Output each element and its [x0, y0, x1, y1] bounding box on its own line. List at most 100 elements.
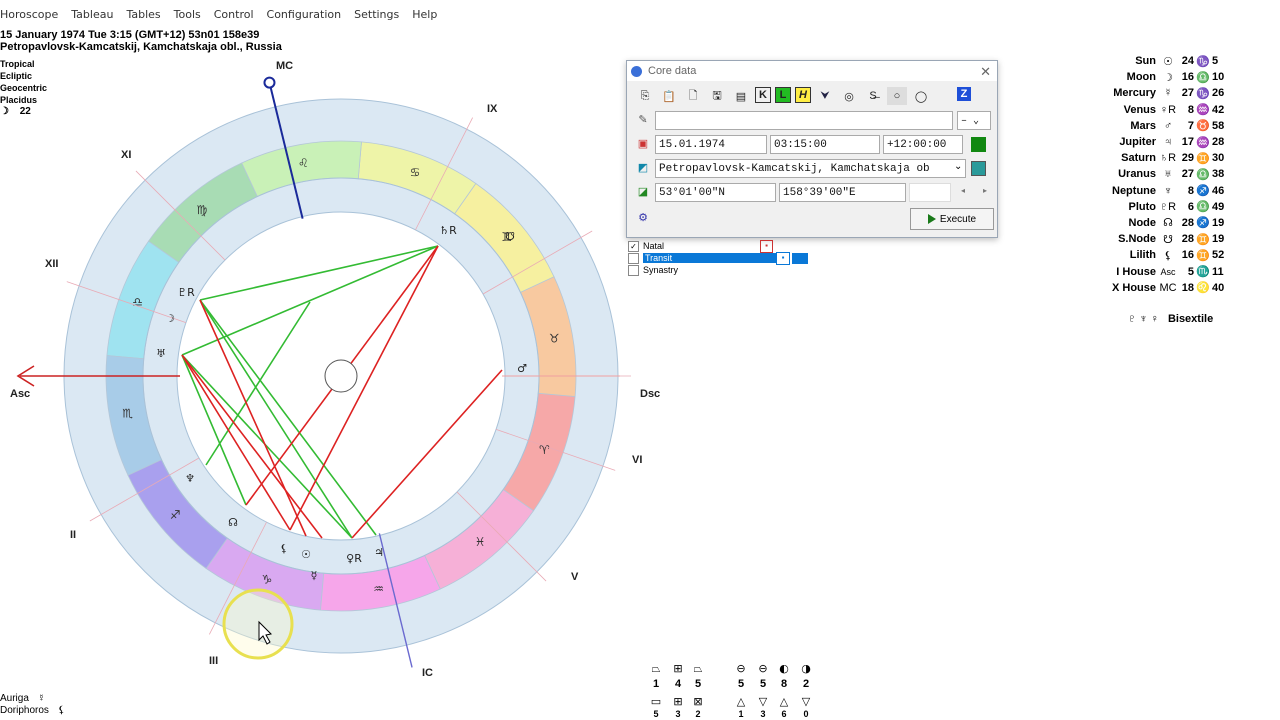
planet-name: S.Node [1118, 233, 1156, 246]
planet-name: I House [1116, 265, 1156, 278]
gender-select[interactable]: – ⌄ [957, 111, 991, 130]
planet-degree: 18 [1181, 281, 1194, 294]
stat-value: 5 [694, 678, 702, 690]
planet-name: Uranus [1118, 168, 1156, 181]
transit-color-swatch[interactable] [792, 252, 808, 264]
transit-calendar-icon[interactable]: ▪ [776, 251, 790, 265]
bisextile-label: Bisextile [1167, 313, 1214, 325]
planet-minute: 38 [1212, 168, 1225, 181]
earth-center [324, 359, 358, 393]
stat-value: 4 [674, 678, 682, 690]
planet-glyph-icon: ♂ [517, 362, 527, 375]
planet-degree: 5 [1187, 265, 1194, 278]
fixed-star-doriphoros: Doriphoros ⚸ [0, 705, 65, 716]
planet-degree: 8 [1187, 103, 1194, 116]
planet-glyph-icon: ♇R [177, 286, 195, 299]
planet-degree: 8 [1187, 184, 1194, 197]
atlas-icon[interactable] [971, 161, 986, 176]
zodiac-sign-icon: ♊ [1196, 233, 1210, 246]
calendar-icon[interactable]: ▣ [635, 137, 651, 153]
planet-row: Moon ☽ 16 ♎ 10 [1090, 69, 1240, 85]
planet-row: Saturn ♄R 29 ♊ 30 [1090, 150, 1240, 166]
close-icon[interactable]: ✕ [980, 64, 991, 80]
natal-checkbox[interactable]: ✓ [628, 240, 639, 252]
planet-glyph-icon: ♄R [1159, 152, 1177, 165]
stat-value: 2 [802, 678, 810, 690]
zodiac-sign-icon: ♒ [1196, 104, 1210, 117]
planet-minute: 10 [1212, 71, 1225, 84]
table-icon[interactable]: ▤ [731, 87, 751, 105]
longitude-field[interactable]: 158°39'00"E [779, 183, 906, 202]
house-iii-label: III [209, 655, 218, 667]
paste-icon[interactable]: 📋 [659, 87, 679, 105]
planet-name: Pluto [1128, 200, 1157, 213]
core-data-dialog: Core data ✕ ⎘ 📋 🗋 🖫 ▤ K L H ⮟ ◎ S̶ ○ ◯ Z… [626, 60, 998, 238]
planet-glyph-icon: ♀R [1159, 103, 1177, 116]
z-button[interactable]: Z [957, 87, 971, 101]
zodiac-sign-icon: ♋ [410, 166, 421, 180]
name-field[interactable] [655, 111, 953, 130]
mercury-icon: ☿ [37, 693, 46, 704]
dialog-titlebar[interactable]: Core data [627, 61, 997, 81]
zodiac-sign-icon: ♊ [1196, 249, 1210, 262]
zodiac-sign-icon: ♑ [1196, 55, 1210, 68]
bisextile-row: ♇ ♆ ♀ Bisextile [1128, 313, 1213, 325]
map-icon[interactable]: ◩ [635, 161, 651, 177]
execute-button[interactable]: Execute [910, 208, 994, 230]
planet-row: Neptune ♆ 8 ♐ 46 [1090, 183, 1240, 199]
right-arrow-icon[interactable]: ▸ [983, 186, 987, 195]
synastry-checkbox[interactable] [628, 264, 639, 276]
altitude-field[interactable] [909, 183, 951, 202]
house-ix-label: IX [487, 103, 498, 115]
air-icon: ◐ [779, 662, 789, 675]
planet-glyph-icon: ☽ [165, 312, 175, 325]
date-field[interactable]: 15.01.1974 [655, 135, 767, 154]
bisextile-glyphs: ♇ ♆ ♀ [1128, 313, 1159, 325]
k-button[interactable]: K [755, 87, 771, 103]
layer-natal[interactable]: ✓ Natal ▪ [628, 239, 773, 253]
planet-row: Venus ♀R 8 ♒ 42 [1090, 102, 1240, 118]
planet-minute: 49 [1212, 200, 1225, 213]
planet-name: Saturn [1121, 152, 1156, 165]
planet-glyph-icon: ☊ [1163, 217, 1173, 230]
spiral-icon[interactable]: ◎ [839, 87, 859, 105]
planet-name: Sun [1135, 55, 1156, 68]
cursor-highlight [222, 588, 294, 660]
natal-calendar-icon[interactable]: ▪ [760, 239, 773, 253]
layer-transit[interactable]: Transit ▪ [628, 251, 808, 265]
layer-synastry[interactable]: Synastry [628, 264, 678, 276]
navigator-icon[interactable]: ⮟ [815, 87, 835, 105]
latitude-field[interactable]: 53°01'00"N [655, 183, 776, 202]
planet-minute: 5 [1212, 55, 1219, 68]
planet-glyph-icon: ♅ [156, 347, 166, 360]
stat-value: 3 [675, 709, 681, 719]
chart-wheel[interactable]: ♈♉♊♋♌♍♎♏♐♑♒♓♇R☽♅♆☊⚸ ☉☿♀R ♃♂♄R ☋MCICAsc DscIX… [0, 0, 700, 720]
left-arrow-icon[interactable]: ◂ [961, 186, 965, 195]
fixed-star-name: Doriphoros [0, 705, 49, 716]
transit-checkbox[interactable] [628, 252, 639, 264]
chevron-down-icon[interactable]: ⌄ [954, 161, 962, 172]
strike-icon[interactable]: S̶ [863, 87, 883, 105]
l-button[interactable]: L [775, 87, 791, 103]
planet-glyph-icon: ⚸ [1163, 249, 1173, 262]
settings-gear-icon[interactable]: ⚙ [635, 211, 651, 227]
coordinates-icon[interactable]: ◪ [635, 185, 651, 201]
stat-value: 0 [803, 709, 809, 719]
app-icon [631, 65, 642, 77]
time-field[interactable]: 03:15:00 [770, 135, 880, 154]
new-file-icon[interactable]: 🗋 [683, 87, 703, 105]
planet-degree: 27 [1181, 87, 1194, 100]
copy-icon[interactable]: ⎘ [635, 87, 655, 105]
large-circle-icon[interactable]: ◯ [911, 87, 931, 105]
save-icon[interactable]: 🖫 [707, 87, 727, 105]
timezone-status-icon[interactable] [971, 137, 986, 152]
timezone-field[interactable]: +12:00:00 [883, 135, 963, 154]
edit-icon[interactable]: ✎ [635, 113, 651, 129]
place-field[interactable]: Petropavlovsk-Kamcatskij, Kamchatskaja o… [655, 159, 966, 178]
planet-glyph-icon: ☉ [301, 548, 311, 561]
zodiac-sign-icon: ♐ [1196, 217, 1210, 230]
stat-value: 5 [759, 678, 767, 690]
h-button[interactable]: H [795, 87, 811, 103]
small-circle-icon[interactable]: ○ [887, 87, 907, 105]
planet-degree: 29 [1181, 152, 1194, 165]
